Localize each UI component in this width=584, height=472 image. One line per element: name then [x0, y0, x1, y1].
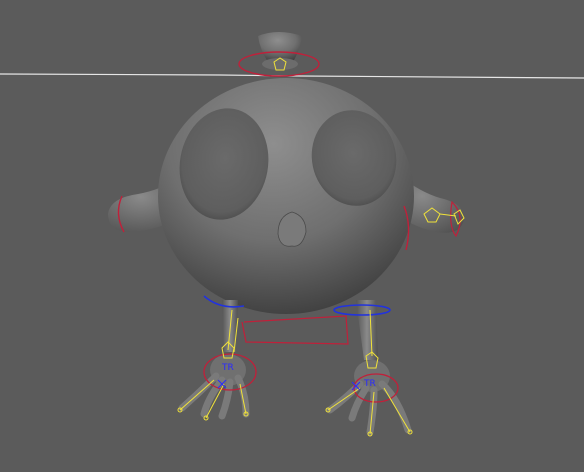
- right-foot-mesh[interactable]: [326, 360, 412, 436]
- maya-3d-viewport[interactable]: TR TR: [0, 0, 584, 472]
- viewport-canvas[interactable]: TR TR: [0, 0, 584, 472]
- right-foot-tr-label: TR: [363, 379, 376, 389]
- head-tuft-mesh[interactable]: [258, 32, 302, 70]
- left-foot-mesh[interactable]: [178, 354, 250, 420]
- root-control-curve[interactable]: [241, 315, 349, 345]
- right-leg-mesh[interactable]: [356, 300, 378, 360]
- left-foot-tr-label: TR: [221, 363, 234, 373]
